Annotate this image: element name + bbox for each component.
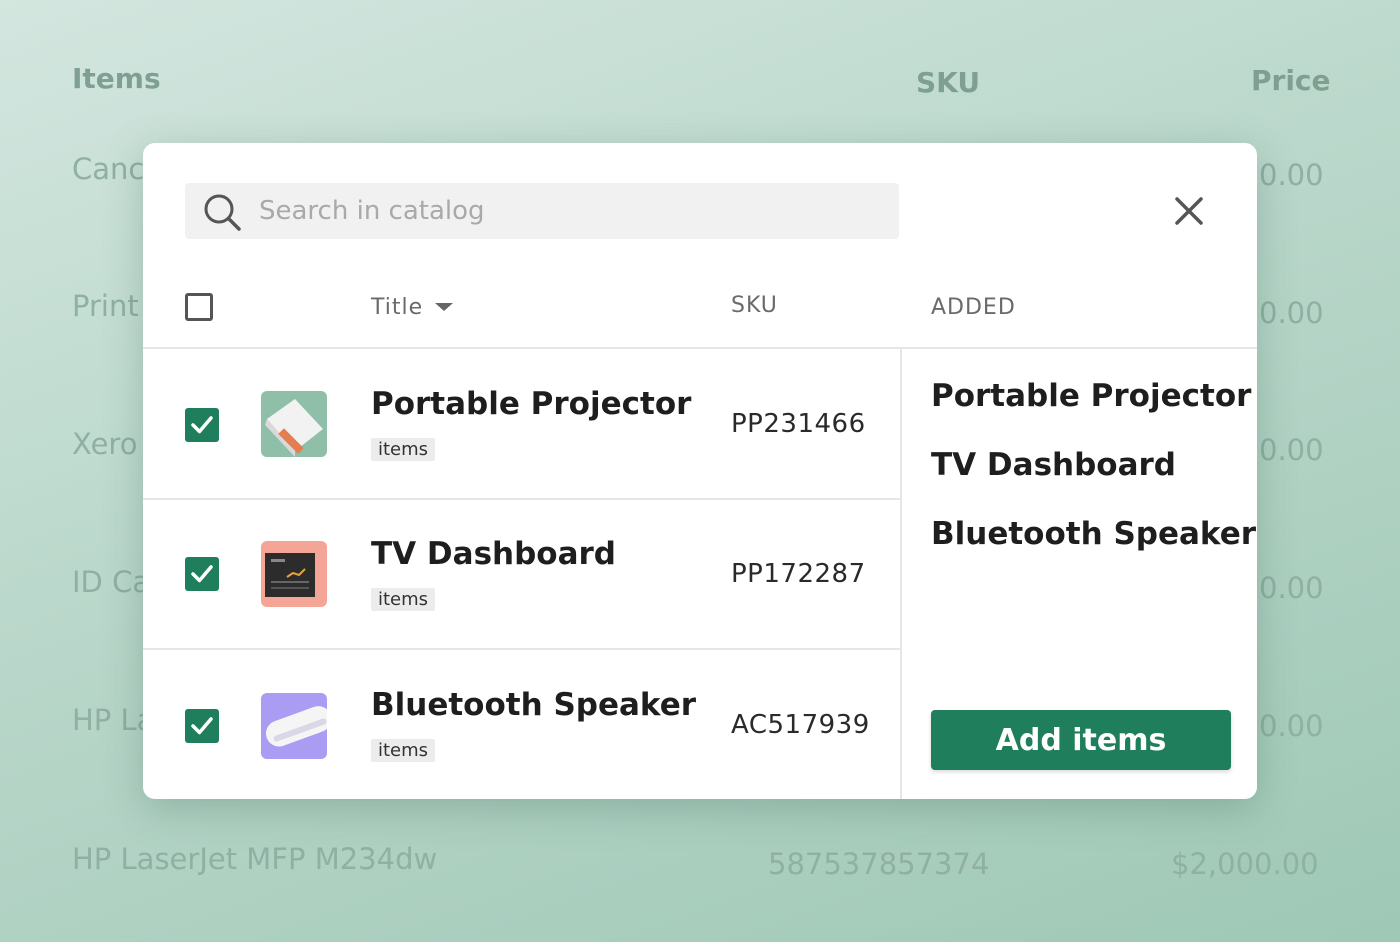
bg-row-item: Xero — [72, 427, 138, 461]
added-item: TV Dashboard — [931, 447, 1176, 483]
product-sku: PP231466 — [731, 409, 866, 439]
bg-row-item: HP LaserJet MFP M234dw — [72, 842, 438, 876]
bg-row-price: 0.00 — [1259, 296, 1324, 330]
bg-row-item: Print — [72, 289, 139, 323]
close-icon[interactable] — [1165, 187, 1213, 235]
product-title: Bluetooth Speaker — [371, 687, 697, 723]
added-item: Bluetooth Speaker — [931, 516, 1257, 552]
catalog-modal: Search in catalog Title SKU ADDED Portab… — [143, 143, 1257, 799]
search-placeholder: Search in catalog — [259, 196, 485, 226]
product-badge: items — [371, 438, 436, 461]
speaker-icon — [265, 706, 327, 747]
bg-row-sku: 587537857374 — [768, 847, 990, 881]
product-thumbnail — [261, 391, 327, 457]
product-badge: items — [371, 588, 436, 611]
product-title: TV Dashboard — [371, 536, 616, 572]
column-sku-header: SKU — [731, 293, 778, 318]
product-row[interactable]: TV Dashboard items PP172287 — [143, 500, 900, 650]
search-input[interactable]: Search in catalog — [185, 183, 899, 239]
bg-row-item: Canc — [72, 152, 145, 186]
bg-row-price: $2,000.00 — [1171, 847, 1319, 881]
bg-row-price: 0.00 — [1259, 571, 1324, 605]
checkmark-icon — [191, 416, 213, 434]
caret-down-icon — [435, 303, 454, 311]
checkmark-icon — [191, 565, 213, 583]
bg-row-price: 0.00 — [1259, 433, 1324, 467]
added-item: Portable Projector — [931, 378, 1252, 414]
add-items-button[interactable]: Add items — [931, 710, 1231, 770]
product-thumbnail — [261, 693, 327, 759]
product-title: Portable Projector — [371, 386, 692, 422]
column-title-header[interactable]: Title — [371, 295, 454, 320]
search-icon — [204, 194, 241, 231]
product-row[interactable]: Bluetooth Speaker items AC517939 — [143, 650, 900, 799]
row-checkbox[interactable] — [185, 557, 219, 591]
product-row[interactable]: Portable Projector items PP231466 — [143, 349, 900, 499]
projector-icon — [265, 399, 323, 457]
select-all-checkbox[interactable] — [185, 293, 213, 321]
row-checkbox[interactable] — [185, 408, 219, 442]
checkmark-icon — [191, 717, 213, 735]
bg-header-items: Items — [72, 62, 161, 95]
bg-header-price: Price — [1251, 64, 1331, 97]
bg-row-price: 0.00 — [1259, 709, 1324, 743]
bg-header-sku: SKU — [916, 66, 981, 99]
product-sku: AC517939 — [731, 710, 870, 740]
bg-row-item: ID Ca — [72, 565, 151, 599]
product-thumbnail — [261, 541, 327, 607]
column-added-header: ADDED — [931, 295, 1016, 320]
column-title-label: Title — [371, 295, 424, 320]
product-badge: items — [371, 739, 436, 762]
product-sku: PP172287 — [731, 559, 866, 589]
divider — [900, 348, 902, 799]
row-checkbox[interactable] — [185, 709, 219, 743]
dashboard-icon — [265, 553, 315, 597]
bg-row-price: 0.00 — [1259, 158, 1324, 192]
